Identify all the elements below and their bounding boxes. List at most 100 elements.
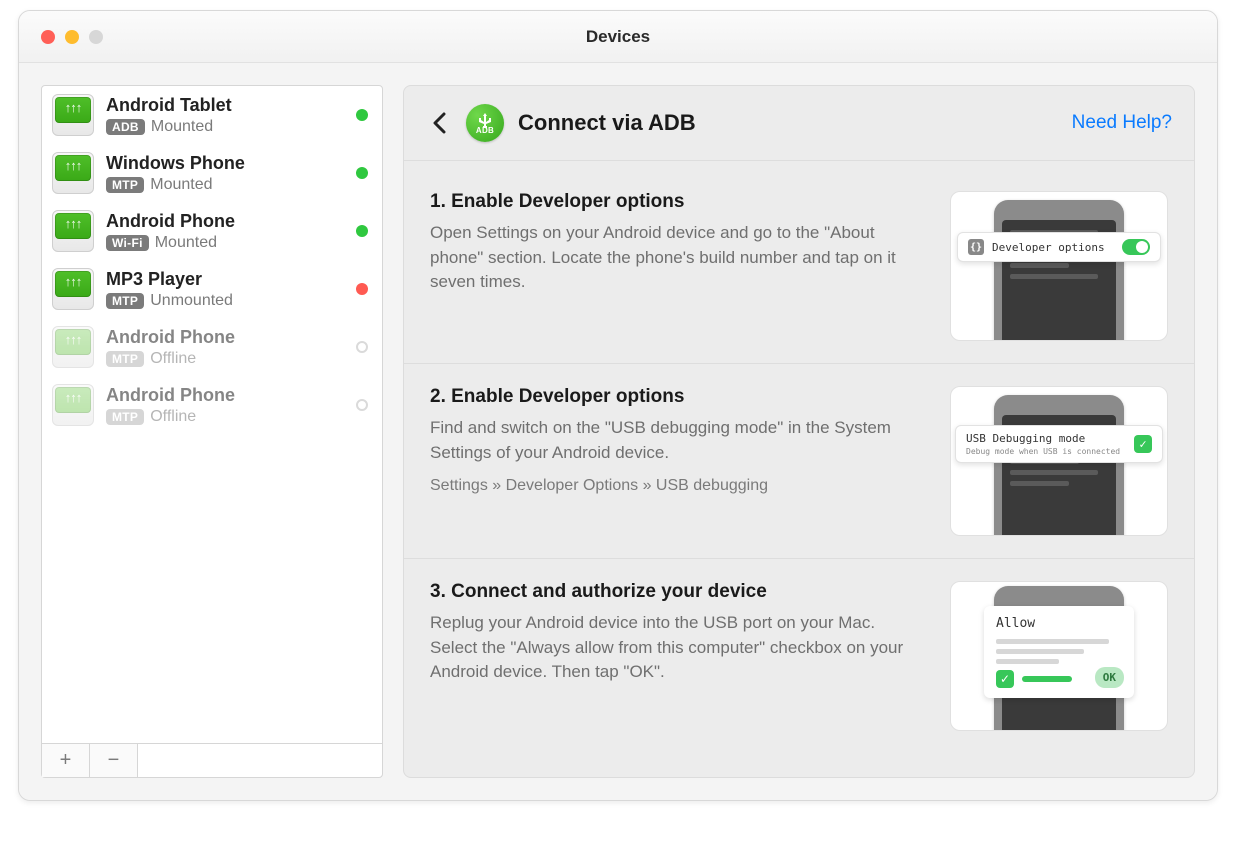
main-panel: ADB Connect via ADB Need Help? 1. Enable… — [403, 85, 1195, 778]
device-status-text: Mounted — [151, 118, 213, 136]
device-name: Windows Phone — [106, 153, 344, 174]
device-name: Android Tablet — [106, 95, 344, 116]
ok-button-graphic: OK — [1095, 667, 1124, 688]
device-text: Android Phone MTP Offline — [106, 327, 344, 368]
step-body: Replug your Android device into the USB … — [430, 611, 926, 685]
braces-icon: {} — [968, 239, 984, 255]
device-sidebar: ↑↑↑ Android Tablet ADB Mounted ↑↑↑ Windows Ph… — [41, 85, 383, 778]
device-name: Android Phone — [106, 327, 344, 348]
device-row[interactable]: ↑↑↑ Android Tablet ADB Mounted — [42, 86, 382, 144]
device-status-text: Offline — [150, 350, 196, 368]
back-button[interactable] — [426, 110, 452, 136]
popup-title: Allow — [996, 616, 1122, 631]
steps-container: 1. Enable Developer options Open Setting… — [404, 161, 1194, 777]
sidebar-footer: + − — [42, 743, 382, 777]
device-sub: MTP Offline — [106, 408, 344, 426]
step-title: 2. Enable Developer options — [430, 386, 926, 408]
device-row[interactable]: ↑↑↑ Android Phone Wi-Fi Mounted — [42, 202, 382, 260]
usb-debug-card: USB Debugging mode Debug mode when USB i… — [955, 425, 1163, 463]
step-text: 3. Connect and authorize your device Rep… — [430, 581, 926, 731]
device-status-text: Offline — [150, 408, 196, 426]
step-body: Find and switch on the "USB debugging mo… — [430, 416, 926, 465]
step-path: Settings » Developer Options » USB debug… — [430, 477, 926, 495]
device-drive-icon: ↑↑↑ — [52, 94, 94, 136]
protocol-badge: MTP — [106, 351, 144, 367]
card-subtext: Debug mode when USB is connected — [966, 447, 1126, 456]
minimize-window-button[interactable] — [65, 30, 79, 44]
step-illustration: {} Developer options — [950, 191, 1168, 341]
step-title: 3. Connect and authorize your device — [430, 581, 926, 603]
window-title: Devices — [586, 27, 650, 47]
protocol-badge: MTP — [106, 409, 144, 425]
step-2: 2. Enable Developer options Find and swi… — [404, 364, 1194, 559]
allow-popup: Allow ✓ OK — [984, 606, 1134, 698]
status-dot-icon — [356, 225, 368, 237]
device-drive-icon: ↑↑↑ — [52, 384, 94, 426]
device-row[interactable]: ↑↑↑ MP3 Player MTP Unmounted — [42, 260, 382, 318]
protocol-badge: ADB — [106, 119, 145, 135]
device-name: Android Phone — [106, 385, 344, 406]
step-body: Open Settings on your Android device and… — [430, 221, 926, 295]
device-status-text: Mounted — [150, 176, 212, 194]
phone-graphic: Allow — [994, 395, 1124, 536]
device-drive-icon: ↑↑↑ — [52, 268, 94, 310]
device-row[interactable]: ↑↑↑ Android Phone MTP Offline — [42, 318, 382, 376]
titlebar: Devices — [19, 11, 1217, 63]
step-illustration: Allow ✓ OK — [950, 581, 1168, 731]
device-text: Android Phone MTP Offline — [106, 385, 344, 426]
status-dot-icon — [356, 109, 368, 121]
device-sub: ADB Mounted — [106, 118, 344, 136]
content-area: ↑↑↑ Android Tablet ADB Mounted ↑↑↑ Windows Ph… — [19, 63, 1217, 800]
device-name: Android Phone — [106, 211, 344, 232]
step-1: 1. Enable Developer options Open Setting… — [404, 169, 1194, 364]
device-text: Windows Phone MTP Mounted — [106, 153, 344, 194]
step-text: 1. Enable Developer options Open Setting… — [430, 191, 926, 341]
window-controls — [41, 30, 103, 44]
card-text: Developer options — [992, 241, 1105, 254]
device-text: Android Tablet ADB Mounted — [106, 95, 344, 136]
device-sub: MTP Mounted — [106, 176, 344, 194]
device-text: MP3 Player MTP Unmounted — [106, 269, 344, 310]
device-drive-icon: ↑↑↑ — [52, 210, 94, 252]
device-drive-icon: ↑↑↑ — [52, 152, 94, 194]
device-sub: MTP Unmounted — [106, 292, 344, 310]
status-dot-icon — [356, 167, 368, 179]
device-name: MP3 Player — [106, 269, 344, 290]
chevron-left-icon — [432, 112, 446, 134]
dev-options-card: {} Developer options — [957, 232, 1161, 262]
zoom-window-button[interactable] — [89, 30, 103, 44]
status-dot-icon — [356, 341, 368, 353]
device-row[interactable]: ↑↑↑ Windows Phone MTP Mounted — [42, 144, 382, 202]
step-3: 3. Connect and authorize your device Rep… — [404, 559, 1194, 753]
remove-device-button[interactable]: − — [90, 744, 138, 777]
device-status-text: Unmounted — [150, 292, 233, 310]
checkbox-on-icon: ✓ — [996, 670, 1014, 688]
add-device-button[interactable]: + — [42, 744, 90, 777]
device-status-text: Mounted — [155, 234, 217, 252]
checkbox-on-icon: ✓ — [1134, 435, 1152, 453]
adb-icon-label: ADB — [476, 126, 494, 135]
step-title: 1. Enable Developer options — [430, 191, 926, 213]
status-dot-icon — [356, 283, 368, 295]
adb-icon: ADB — [466, 104, 504, 142]
main-title: Connect via ADB — [518, 110, 696, 136]
toggle-on-icon — [1122, 239, 1150, 255]
main-header: ADB Connect via ADB Need Help? — [404, 86, 1194, 161]
device-drive-icon: ↑↑↑ — [52, 326, 94, 368]
phone-graphic — [994, 200, 1124, 341]
close-window-button[interactable] — [41, 30, 55, 44]
device-text: Android Phone Wi-Fi Mounted — [106, 211, 344, 252]
card-text: USB Debugging mode — [966, 432, 1126, 445]
device-row[interactable]: ↑↑↑ Android Phone MTP Offline — [42, 376, 382, 434]
step-text: 2. Enable Developer options Find and swi… — [430, 386, 926, 536]
help-link[interactable]: Need Help? — [1072, 112, 1172, 134]
app-window: Devices ↑↑↑ Android Tablet ADB Mounted ↑↑↑ Wi… — [18, 10, 1218, 801]
device-list: ↑↑↑ Android Tablet ADB Mounted ↑↑↑ Windows Ph… — [42, 86, 382, 743]
protocol-badge: MTP — [106, 177, 144, 193]
protocol-badge: MTP — [106, 293, 144, 309]
device-sub: Wi-Fi Mounted — [106, 234, 344, 252]
step-illustration: Allow USB Debugging mode Debug mode when… — [950, 386, 1168, 536]
status-dot-icon — [356, 399, 368, 411]
device-sub: MTP Offline — [106, 350, 344, 368]
protocol-badge: Wi-Fi — [106, 235, 149, 251]
